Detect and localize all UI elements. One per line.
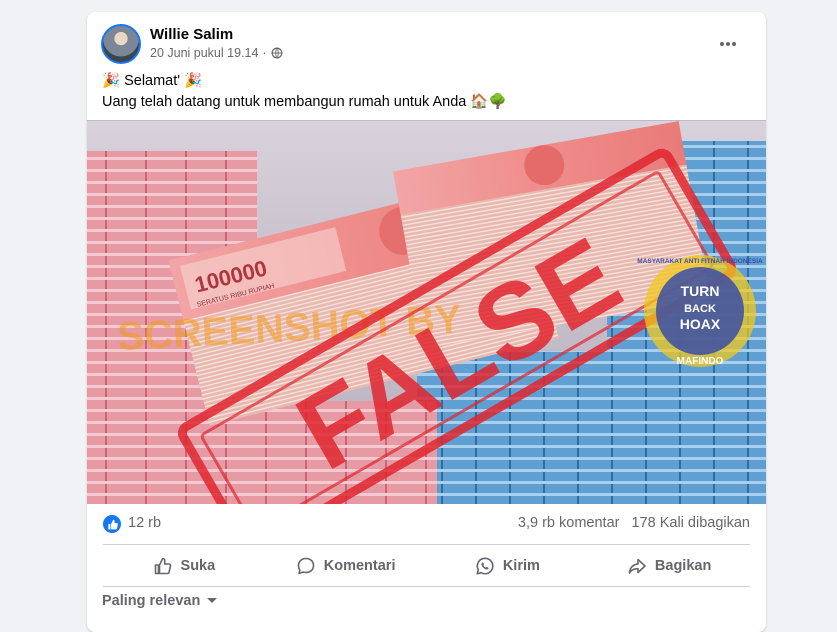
post-meta: 20 Juni pukul 19.14 · [150, 46, 283, 60]
avatar[interactable] [101, 24, 141, 64]
comment-count[interactable]: 3,9 rb komentar [518, 515, 620, 531]
like-button[interactable]: Suka [103, 546, 265, 586]
badge-ring-bottom: MAFINDO [677, 356, 724, 367]
send-button[interactable]: Kirim [427, 546, 589, 586]
divider [103, 544, 750, 545]
more-horizontal-icon[interactable] [714, 30, 742, 58]
comment-label: Komentari [323, 558, 396, 574]
caret-down-icon [207, 598, 218, 603]
post-text-line2: Uang telah datang untuk membangun rumah … [102, 94, 507, 110]
badge-line2: BACK [684, 303, 716, 315]
like-reaction-icon[interactable] [103, 515, 121, 533]
meta-separator: · [262, 46, 267, 60]
whatsapp-icon [476, 557, 494, 575]
author-name[interactable]: Willie Salim [150, 26, 233, 43]
action-bar: Suka Komentari Kirim Bagikan [103, 546, 750, 586]
share-count[interactable]: 178 Kali dibagikan [631, 515, 750, 531]
share-label: Bagikan [654, 558, 712, 574]
globe-icon[interactable] [271, 47, 283, 59]
comment-button[interactable]: Komentari [265, 546, 427, 586]
badge-line3: HOAX [680, 316, 721, 332]
share-arrow-icon [628, 558, 646, 574]
badge-ring-top: MASYARAKAT ANTI FITNAH INDONESIA [637, 258, 763, 265]
thumbs-up-icon [154, 557, 171, 575]
post-card: Willie Salim 20 Juni pukul 19.14 · 🎉 Sel… [87, 12, 766, 632]
post-timestamp[interactable]: 20 Juni pukul 19.14 [150, 46, 258, 60]
reaction-count[interactable]: 12 rb [128, 515, 161, 531]
like-label: Suka [180, 558, 216, 574]
divider [103, 586, 750, 587]
speech-bubble-icon [297, 557, 315, 575]
post-text: 🎉 Selamat' 🎉 Uang telah datang untuk mem… [102, 71, 507, 113]
sort-label: Paling relevan [102, 593, 201, 609]
share-button[interactable]: Bagikan [588, 546, 750, 586]
money-photo: 100000 SERATUS RIBU RUPIAH SCREENSHOT BY… [87, 121, 766, 504]
post-header: Willie Salim 20 Juni pukul 19.14 · [101, 24, 752, 66]
post-text-line1: 🎉 Selamat' 🎉 [102, 73, 203, 89]
reaction-bar: 12 rb 3,9 rb komentar 178 Kali dibagikan [103, 513, 750, 535]
badge-line1: TURN [681, 283, 720, 299]
send-label: Kirim [502, 558, 540, 574]
comment-sort-dropdown[interactable]: Paling relevan [102, 593, 218, 609]
post-image[interactable]: 100000 SERATUS RIBU RUPIAH SCREENSHOT BY… [87, 120, 766, 504]
